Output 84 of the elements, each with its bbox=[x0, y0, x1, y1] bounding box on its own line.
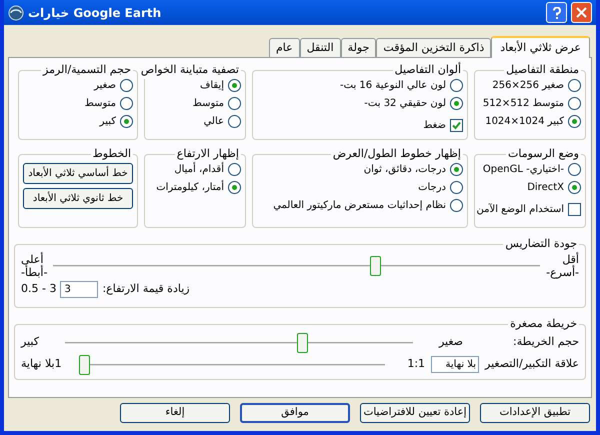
globe-icon bbox=[8, 4, 24, 20]
option-label: درجات، دقائق، ثوان bbox=[364, 163, 446, 177]
group-title: تصفية متباينة الخواص bbox=[140, 62, 240, 78]
tab[interactable]: التنقل bbox=[300, 38, 341, 57]
radio-button[interactable] bbox=[120, 115, 133, 128]
option-label: أمتار، كيلومترات bbox=[156, 180, 224, 195]
radio-button[interactable] bbox=[228, 79, 241, 92]
option-label: استخدام الوضع الآمن bbox=[476, 202, 564, 217]
checkbox[interactable] bbox=[568, 203, 581, 216]
slider-label: -أسرع- bbox=[546, 266, 579, 278]
option-label: عالي bbox=[204, 115, 224, 129]
option-label: أقدام، أميال bbox=[174, 162, 224, 177]
group-title: وضع الرسومات bbox=[507, 146, 580, 162]
dialog-button[interactable]: موافق bbox=[240, 403, 350, 423]
dialog-button[interactable]: إعادة تعيين للافتراضيات bbox=[360, 403, 470, 423]
tab[interactable]: عام bbox=[268, 38, 300, 57]
radio-button[interactable] bbox=[568, 115, 581, 128]
option-label: صغير bbox=[94, 79, 116, 93]
slider-label: أقل bbox=[562, 252, 579, 266]
group-title: إظهار خطوط الطول/العرض bbox=[332, 146, 462, 162]
option-label: متوسط 512×512 bbox=[482, 97, 564, 111]
radio-button[interactable] bbox=[568, 79, 581, 92]
line-style-button[interactable]: خط ثانوي ثلاثي الأبعاد bbox=[23, 188, 133, 208]
option-label: لون عالي النوعية 16 بت- bbox=[340, 79, 446, 93]
tab[interactable]: جولة bbox=[340, 38, 376, 57]
group-title: جودة التضاريس bbox=[504, 236, 578, 252]
radio-button[interactable] bbox=[228, 115, 241, 128]
radio-button[interactable] bbox=[568, 97, 581, 110]
slider-label: 1:1 bbox=[407, 356, 426, 372]
option-label: ضغط bbox=[423, 119, 446, 133]
radio-button[interactable] bbox=[450, 163, 463, 176]
radio-button[interactable] bbox=[568, 181, 581, 194]
range-text: 0.5 - 3 bbox=[21, 280, 56, 297]
line-style-button[interactable]: خط أساسي ثلاثي الأبعاد bbox=[23, 162, 133, 184]
elevation-field[interactable]: 3 bbox=[60, 280, 98, 298]
radio-button[interactable] bbox=[228, 163, 241, 176]
tab[interactable]: عرض ثلاثي الأبعاد bbox=[491, 36, 590, 58]
slider-thumb[interactable] bbox=[370, 256, 381, 276]
radio-button[interactable] bbox=[450, 97, 463, 110]
option-label: نظام إحداثيات مستعرض ماركيتور العالمي bbox=[273, 199, 446, 213]
field-label: زيادة قيمة الارتفاع: bbox=[102, 280, 190, 297]
option-label: كبير bbox=[100, 115, 116, 129]
group-title: حجم التسمية/الرمز bbox=[42, 62, 132, 78]
slider-label: أعلى bbox=[21, 252, 44, 266]
slider-label: -أبطأ- bbox=[21, 266, 48, 278]
radio-button[interactable] bbox=[228, 181, 241, 194]
option-label: لون حقيقي 32 بت- bbox=[364, 97, 446, 111]
slider-thumb[interactable] bbox=[78, 354, 90, 374]
radio-button[interactable] bbox=[120, 97, 133, 110]
help-icon bbox=[552, 6, 560, 18]
slider-label: كبير bbox=[21, 334, 39, 350]
field-label: حجم الخريطة: bbox=[512, 334, 579, 350]
option-label: متوسط bbox=[84, 97, 116, 111]
slider-label: صغير bbox=[438, 334, 463, 350]
zoom-field[interactable]: بلا نهاية bbox=[431, 356, 480, 373]
close-icon bbox=[576, 7, 587, 18]
group-title: الخطوط bbox=[92, 146, 132, 162]
group-title: خريطة مصغرة bbox=[509, 316, 578, 332]
checkbox[interactable] bbox=[450, 119, 463, 132]
radio-button[interactable] bbox=[450, 199, 463, 212]
radio-button[interactable] bbox=[120, 79, 133, 92]
group-title: ألوان التفاصيل bbox=[394, 62, 462, 78]
dialog-button[interactable]: إلغاء bbox=[120, 403, 230, 423]
tab[interactable]: ذاكرة التخزين المؤقت bbox=[376, 38, 492, 57]
radio-button[interactable] bbox=[450, 79, 463, 92]
group-title: منطقة التفاصيل bbox=[505, 62, 580, 78]
option-label: إيقاف bbox=[200, 79, 224, 93]
help-button[interactable] bbox=[546, 2, 567, 23]
slider-thumb[interactable] bbox=[296, 332, 308, 352]
group-title: إظهار الارتفاع bbox=[176, 146, 240, 162]
window-title: خيارات Google Earth bbox=[28, 4, 162, 22]
radio-button[interactable] bbox=[450, 181, 463, 194]
radio-button[interactable] bbox=[568, 163, 581, 176]
option-label: درجات bbox=[418, 181, 446, 195]
option-label: متوسط bbox=[192, 97, 224, 111]
field-label: علاقة التكبير/التصغير bbox=[485, 356, 579, 372]
dialog-button[interactable]: تطبيق الإعدادات bbox=[480, 403, 590, 423]
option-label: كبير 1024×1024 bbox=[485, 115, 564, 129]
option-label: DirectX bbox=[527, 181, 564, 195]
radio-button[interactable] bbox=[228, 97, 241, 110]
option-label: صغير 256×256 bbox=[492, 79, 564, 93]
slider-label: 1بلا نهاية bbox=[21, 356, 62, 372]
close-button[interactable] bbox=[571, 2, 592, 23]
option-label: -اختياري- OpenGL bbox=[482, 163, 564, 177]
